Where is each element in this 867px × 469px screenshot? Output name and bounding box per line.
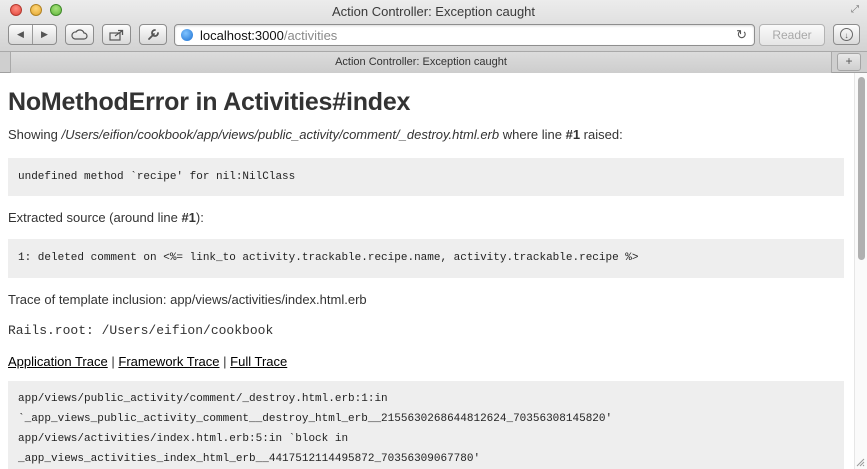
full-trace-link[interactable]: Full Trace <box>230 354 287 369</box>
new-tab-button[interactable]: + <box>837 53 861 71</box>
page-viewport: NoMethodError in Activities#index Showin… <box>0 73 867 469</box>
extracted-source-label: Extracted source (around line #1): <box>8 210 204 225</box>
globe-icon <box>181 29 193 41</box>
showing-line: Showing /Users/eifion/cookbook/app/views… <box>8 127 623 142</box>
tab-bar: Action Controller: Exception caught + <box>0 52 867 73</box>
share-button[interactable] <box>102 24 131 45</box>
downloads-button[interactable]: ↓ <box>833 24 860 45</box>
error-message: undefined method `recipe' for nil:NilCla… <box>18 171 296 183</box>
showing-suffix: raised: <box>580 127 623 142</box>
source-extract-box: 1: deleted comment on <%= link_to activi… <box>8 239 844 278</box>
showing-prefix: Showing <box>8 127 62 142</box>
url-path: /activities <box>283 28 338 43</box>
trace-links: Application Trace | Framework Trace | Fu… <box>8 354 287 369</box>
rails-root: Rails.root: /Users/eifion/cookbook <box>8 323 274 338</box>
share-icon <box>109 29 124 41</box>
trace-line: `_app_views_public_activity_comment__des… <box>18 413 613 425</box>
vertical-scrollbar[interactable] <box>854 73 867 469</box>
trace-line: _app_views_activities_index_html_erb__44… <box>18 453 481 465</box>
showing-middle: where line <box>499 127 566 142</box>
error-message-box: undefined method `recipe' for nil:NilCla… <box>8 158 844 196</box>
back-button[interactable]: ◀ <box>9 25 32 44</box>
forward-button[interactable]: ▶ <box>32 25 56 44</box>
settings-button[interactable] <box>139 24 167 45</box>
icloud-tabs-button[interactable] <box>65 24 94 45</box>
trace-line: app/views/activities/index.html.erb:5:in… <box>18 433 349 445</box>
wrench-icon <box>147 29 159 40</box>
tab-exception[interactable]: Action Controller: Exception caught <box>10 52 832 73</box>
page-title: NoMethodError in Activities#index <box>8 88 411 116</box>
window-title: Action Controller: Exception caught <box>331 4 536 19</box>
extracted-line-number: #1 <box>181 210 196 225</box>
framework-trace-link[interactable]: Framework Trace <box>118 354 219 369</box>
trace-separator: | <box>111 354 115 369</box>
reader-button[interactable]: Reader <box>759 24 825 46</box>
url-host: localhost:3000 <box>200 28 284 43</box>
resize-grip-icon[interactable] <box>855 457 865 467</box>
reload-icon[interactable]: ↻ <box>736 27 747 43</box>
trace-separator: | <box>223 354 227 369</box>
fullscreen-icon[interactable]: ⤢ <box>849 4 861 16</box>
template-path: /Users/eifion/cookbook/app/views/public_… <box>61 127 500 142</box>
application-trace-box: app/views/public_activity/comment/_destr… <box>8 381 844 469</box>
extracted-suffix: ): <box>195 210 204 225</box>
address-text[interactable]: localhost:3000/activities <box>200 28 337 43</box>
scrollbar-thumb[interactable] <box>858 77 865 260</box>
extracted-prefix: Extracted source (around line <box>8 210 182 225</box>
application-trace-link[interactable]: Application Trace <box>8 354 108 369</box>
download-icon: ↓ <box>840 28 853 41</box>
template-inclusion-trace: Trace of template inclusion: app/views/a… <box>8 292 367 307</box>
source-line: 1: deleted comment on <%= link_to activi… <box>18 252 639 264</box>
trace-line: app/views/public_activity/comment/_destr… <box>18 393 388 405</box>
address-bar[interactable]: localhost:3000/activities ↻ <box>174 24 755 46</box>
showing-line-number: #1 <box>565 127 581 142</box>
cloud-icon <box>71 29 88 40</box>
back-forward-control: ◀ ▶ <box>8 24 57 45</box>
window-titlebar: Action Controller: Exception caught ⤢ ◀ … <box>0 0 867 52</box>
